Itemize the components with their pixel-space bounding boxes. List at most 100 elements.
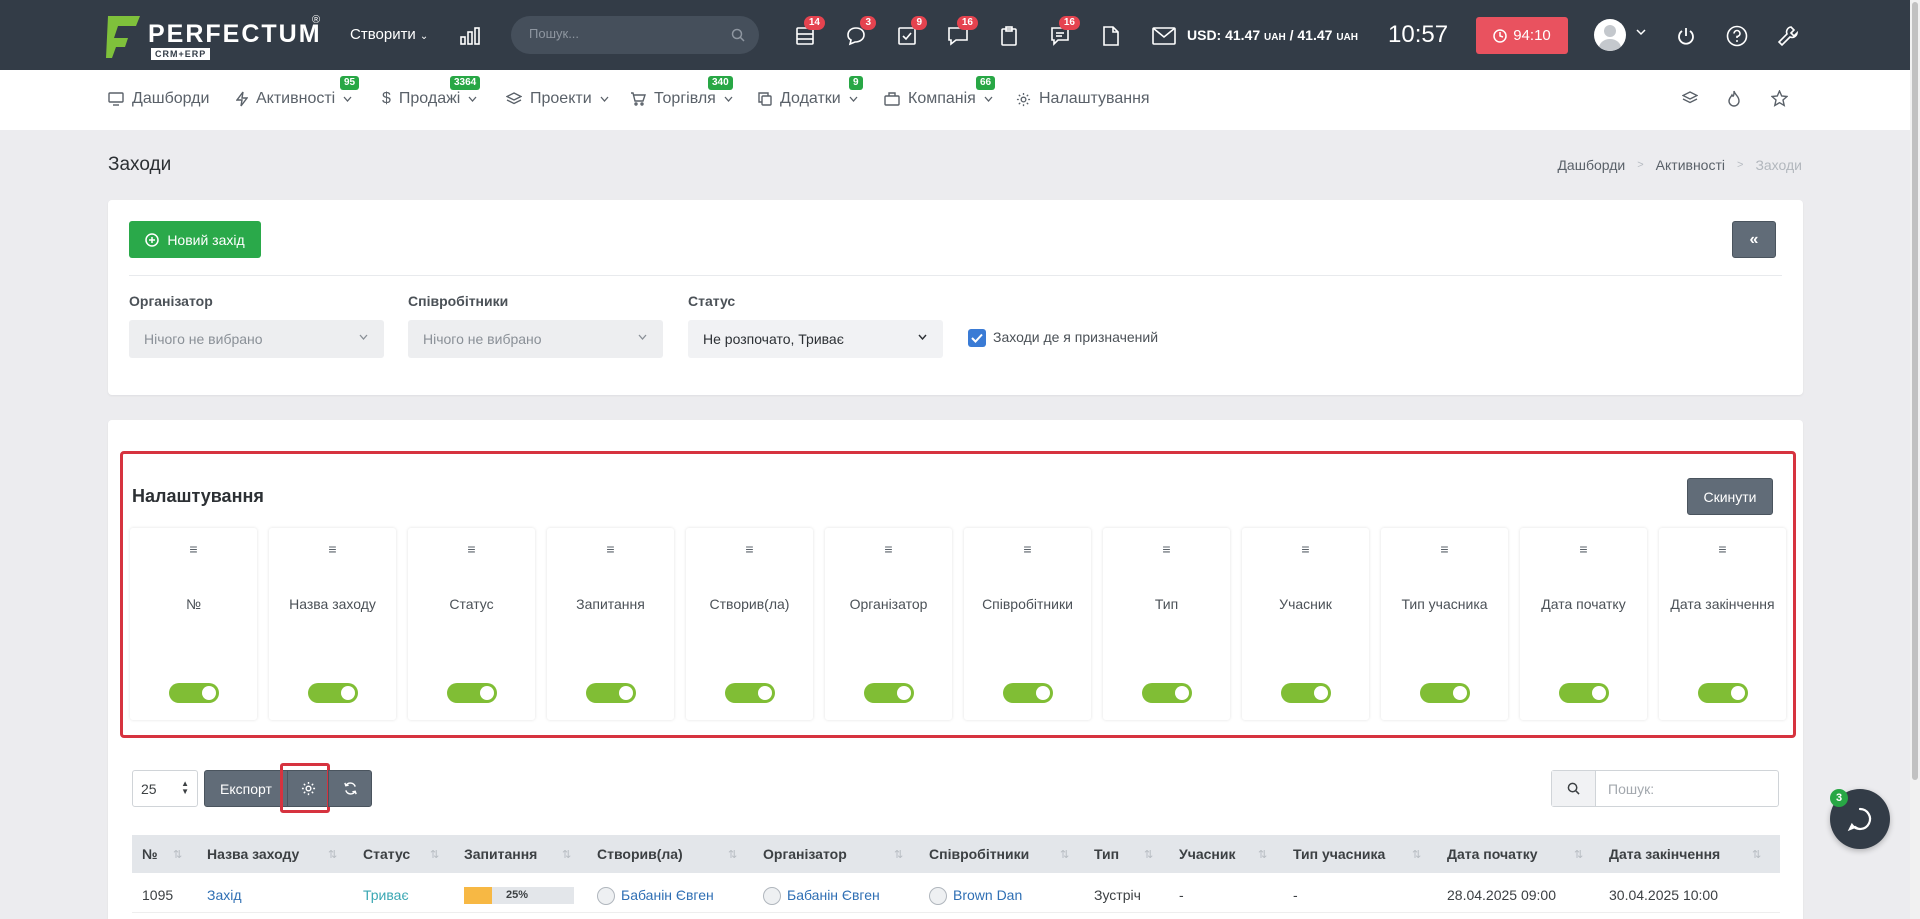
column-visibility-toggle[interactable] — [446, 683, 497, 703]
column-header[interactable]: Назва заходу — [207, 846, 299, 862]
create-dropdown[interactable]: Створити ⌄ — [350, 26, 428, 43]
column-header[interactable]: Статус — [363, 846, 410, 862]
tasks-button[interactable]: 9 — [893, 16, 927, 50]
column-header[interactable]: Запитання — [464, 846, 537, 862]
column-setting-card[interactable]: ≡ Дата закінчення — [1659, 528, 1786, 720]
nav-item-dashboards[interactable]: Дашборди — [108, 90, 209, 108]
column-setting-card[interactable]: ≡ Статус — [408, 528, 535, 720]
help-button[interactable] — [1723, 22, 1751, 50]
sort-icon[interactable]: ⇅ — [1060, 848, 1069, 861]
cell-event-name-link[interactable]: Захід — [207, 887, 242, 903]
column-setting-card[interactable]: ≡ Запитання — [547, 528, 674, 720]
comments-button[interactable]: 16 — [1046, 16, 1080, 50]
employees-select[interactable]: Нічого не вибрано — [408, 320, 663, 358]
column-visibility-toggle[interactable] — [168, 683, 219, 703]
column-header[interactable]: № — [142, 846, 158, 862]
column-visibility-toggle[interactable] — [1697, 683, 1748, 703]
mail-button[interactable] — [1150, 22, 1178, 50]
drag-handle-icon[interactable]: ≡ — [686, 542, 813, 556]
nav-item-company[interactable]: Компанія 66 — [884, 76, 996, 108]
column-header[interactable]: Тип учасника — [1293, 846, 1385, 862]
drag-handle-icon[interactable]: ≡ — [1381, 542, 1508, 556]
column-setting-card[interactable]: ≡ Тип учасника — [1381, 528, 1508, 720]
column-visibility-toggle[interactable] — [863, 683, 914, 703]
export-button[interactable]: Експорт — [204, 770, 288, 807]
reset-button[interactable]: Скинути — [1687, 478, 1773, 515]
column-setting-card[interactable]: ≡ Дата початку — [1520, 528, 1647, 720]
drag-handle-icon[interactable]: ≡ — [1103, 542, 1230, 556]
column-setting-card[interactable]: ≡ Учасник — [1242, 528, 1369, 720]
column-visibility-toggle[interactable] — [1558, 683, 1609, 703]
column-setting-card[interactable]: ≡ Назва заходу — [269, 528, 396, 720]
column-visibility-toggle[interactable] — [1141, 683, 1192, 703]
drag-handle-icon[interactable]: ≡ — [130, 542, 257, 556]
clipboard-button[interactable] — [995, 22, 1023, 50]
scrollbar-thumb[interactable] — [1912, 2, 1918, 780]
document-button[interactable] — [1097, 22, 1125, 50]
sort-icon[interactable]: ⇅ — [430, 848, 439, 861]
column-setting-card[interactable]: ≡ Організатор — [825, 528, 952, 720]
new-event-button[interactable]: Новий захід — [129, 221, 261, 258]
cell-organizer-link[interactable]: Бабанін Євген — [763, 887, 880, 906]
drag-handle-icon[interactable]: ≡ — [1659, 542, 1786, 556]
list-button[interactable]: 14 — [791, 16, 825, 50]
flame-icon[interactable] — [1727, 90, 1741, 107]
column-visibility-toggle[interactable] — [724, 683, 775, 703]
assigned-label[interactable]: Заходи де я призначений — [993, 329, 1158, 345]
collapse-button[interactable]: « — [1732, 221, 1776, 258]
nav-item-settings[interactable]: Налаштування — [1016, 90, 1150, 108]
sort-icon[interactable]: ⇅ — [173, 848, 182, 861]
sort-icon[interactable]: ⇅ — [894, 848, 903, 861]
drag-handle-icon[interactable]: ≡ — [1520, 542, 1647, 556]
nav-item-sales[interactable]: $ Продажі 3364 — [382, 76, 481, 108]
status-select[interactable]: Не розпочато, Триває — [688, 320, 943, 358]
sort-icon[interactable]: ⇅ — [1412, 848, 1421, 861]
global-search-input[interactable] — [529, 26, 719, 41]
column-header[interactable]: Співробітники — [929, 846, 1029, 862]
drag-handle-icon[interactable]: ≡ — [825, 542, 952, 556]
layers-icon[interactable] — [1682, 90, 1698, 106]
table-search-input[interactable] — [1608, 781, 1768, 797]
breadcrumb-item[interactable]: Активності — [1656, 157, 1725, 173]
column-header[interactable]: Дата початку — [1447, 846, 1538, 862]
column-header[interactable]: Учасник — [1179, 846, 1235, 862]
column-visibility-toggle[interactable] — [1002, 683, 1053, 703]
drag-handle-icon[interactable]: ≡ — [547, 542, 674, 556]
sort-icon[interactable]: ⇅ — [328, 848, 337, 861]
chat-button[interactable]: 3 — [842, 16, 876, 50]
column-visibility-toggle[interactable] — [307, 683, 358, 703]
sort-icon[interactable]: ⇅ — [1258, 848, 1267, 861]
sort-icon[interactable]: ⇅ — [1574, 848, 1583, 861]
drag-handle-icon[interactable]: ≡ — [1242, 542, 1369, 556]
nav-item-addons[interactable]: Додатки 9 — [758, 76, 863, 108]
global-search[interactable] — [511, 16, 759, 54]
refresh-button[interactable] — [328, 770, 372, 807]
drag-handle-icon[interactable]: ≡ — [269, 542, 396, 556]
column-header[interactable]: Створив(ла) — [597, 846, 683, 862]
column-header[interactable]: Дата закінчення — [1609, 846, 1720, 862]
sort-icon[interactable]: ⇅ — [1752, 848, 1761, 861]
table-search[interactable] — [1551, 770, 1779, 807]
page-scrollbar[interactable] — [1910, 0, 1920, 919]
breadcrumb-item[interactable]: Дашборди — [1557, 157, 1625, 173]
column-setting-card[interactable]: ≡ Створив(ла) — [686, 528, 813, 720]
drag-handle-icon[interactable]: ≡ — [964, 542, 1091, 556]
chevron-down-icon[interactable] — [1636, 28, 1646, 36]
sort-icon[interactable]: ⇅ — [562, 848, 571, 861]
sort-icon[interactable]: ⇅ — [728, 848, 737, 861]
per-page-select[interactable]: 25 ▲ ▼ — [132, 770, 198, 807]
nav-item-trade[interactable]: Торгівля 340 — [630, 76, 733, 108]
tools-button[interactable] — [1774, 22, 1802, 50]
column-visibility-toggle[interactable] — [585, 683, 636, 703]
column-setting-card[interactable]: ≡ Співробітники — [964, 528, 1091, 720]
nav-item-activities[interactable]: Активності 95 — [236, 76, 360, 108]
nav-item-projects[interactable]: Проекти — [506, 90, 609, 108]
cell-employee-link[interactable]: Brown Dan — [929, 887, 1022, 906]
timer-button[interactable]: 94:10 — [1476, 17, 1568, 54]
assigned-checkbox[interactable] — [968, 329, 986, 347]
star-icon[interactable] — [1771, 90, 1788, 107]
user-avatar[interactable] — [1594, 19, 1626, 51]
column-header[interactable]: Тип — [1094, 846, 1119, 862]
stats-button[interactable] — [456, 22, 484, 50]
support-chat-button[interactable]: 3 — [1830, 789, 1890, 849]
